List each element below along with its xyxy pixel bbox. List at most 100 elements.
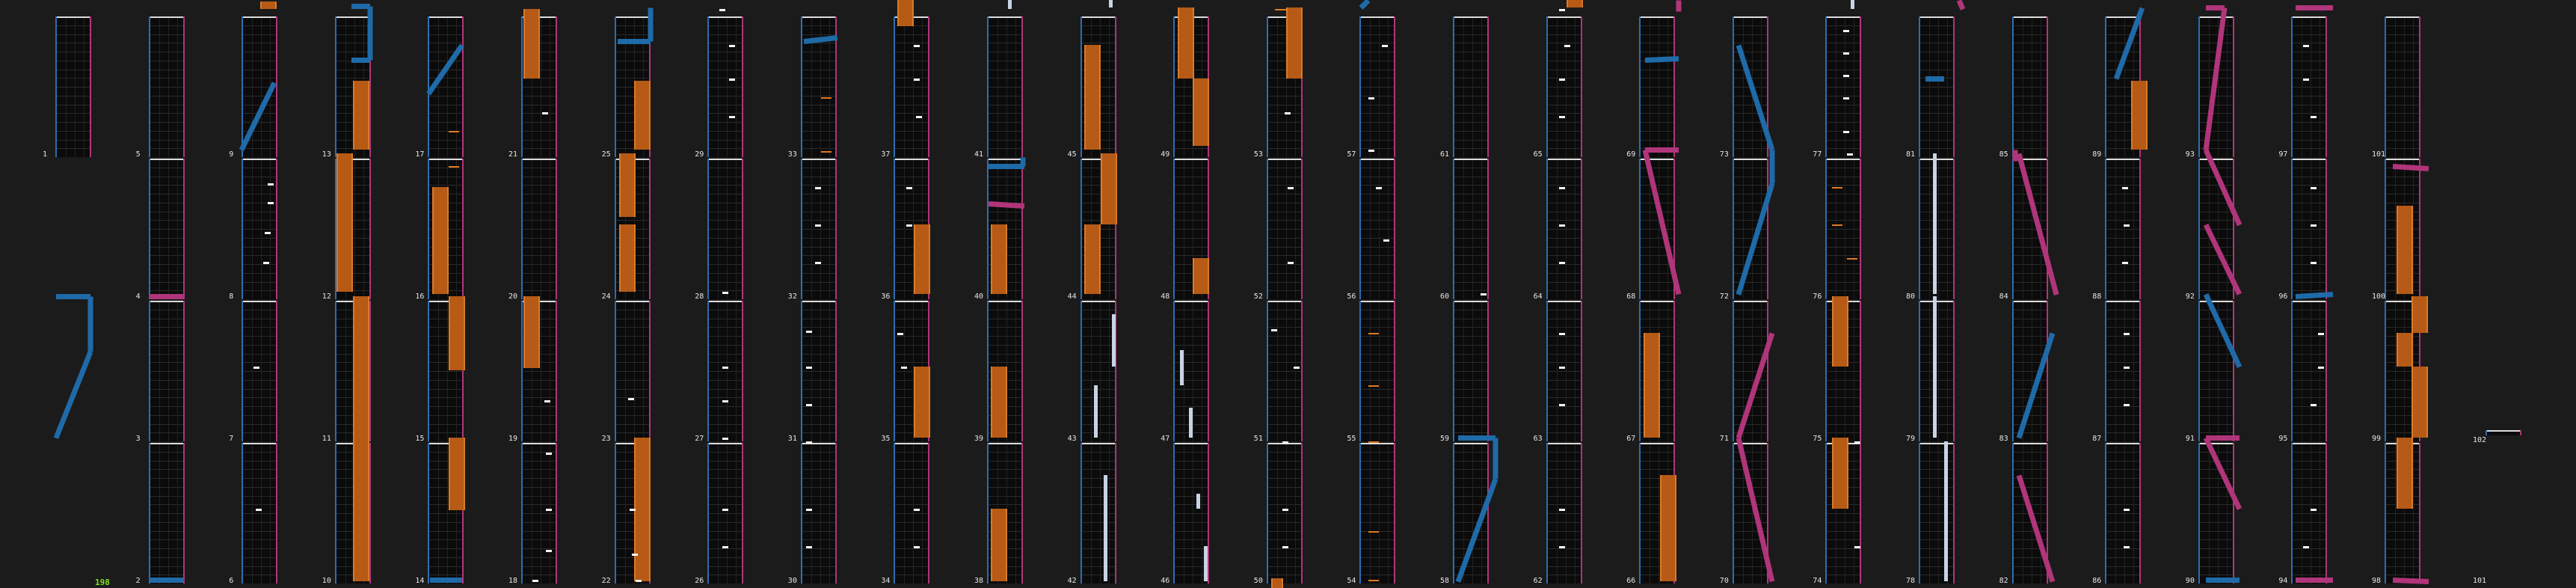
tap-note[interactable] xyxy=(722,292,728,294)
tap-note[interactable] xyxy=(630,509,636,511)
hold-note[interactable] xyxy=(634,81,651,150)
slide-left-note[interactable] xyxy=(351,4,370,9)
tap-note[interactable] xyxy=(914,546,920,548)
measure-88[interactable] xyxy=(2105,159,2142,299)
slide-left-note[interactable] xyxy=(56,294,90,299)
tap-note[interactable] xyxy=(2124,509,2130,511)
measure-102[interactable] xyxy=(2486,430,2521,435)
long-tap-note[interactable] xyxy=(1094,385,1098,438)
tap-note[interactable] xyxy=(256,509,262,511)
hold-note[interactable] xyxy=(991,367,1007,438)
measure-52[interactable] xyxy=(1266,159,1303,299)
measure-55[interactable] xyxy=(1359,301,1396,441)
hold-note[interactable] xyxy=(2397,438,2413,509)
measure-29[interactable] xyxy=(707,16,744,157)
tap-note[interactable] xyxy=(1564,45,1570,47)
tap-note[interactable] xyxy=(914,79,920,81)
hold-note[interactable] xyxy=(1178,7,1194,79)
hold-note[interactable] xyxy=(1101,153,1117,224)
tap-note[interactable] xyxy=(914,45,920,47)
hold-note[interactable] xyxy=(1271,578,1283,588)
measure-2[interactable] xyxy=(148,443,185,584)
long-tap-note[interactable] xyxy=(1112,314,1116,367)
tap-note[interactable] xyxy=(546,550,552,552)
measure-97[interactable] xyxy=(2291,16,2328,157)
measure-62[interactable] xyxy=(1546,443,1582,584)
tap-note[interactable] xyxy=(914,509,920,511)
tap-note[interactable] xyxy=(1376,187,1382,189)
tap-note[interactable] xyxy=(532,580,538,582)
hold-note[interactable] xyxy=(523,9,540,79)
measure-68[interactable] xyxy=(1639,159,1676,299)
hold-note[interactable] xyxy=(353,81,369,150)
measure-77[interactable] xyxy=(1825,16,1862,157)
tap-note[interactable] xyxy=(897,333,903,335)
tap-note[interactable] xyxy=(2303,546,2309,548)
slide-right-note[interactable] xyxy=(1956,0,1966,10)
long-tap-note[interactable] xyxy=(1109,0,1113,7)
tap-note[interactable] xyxy=(1843,52,1849,55)
tap-note[interactable] xyxy=(806,441,812,444)
measure-72[interactable] xyxy=(1732,159,1768,299)
measure-26[interactable] xyxy=(707,443,744,584)
tap-note[interactable] xyxy=(1559,187,1565,189)
long-tap-note[interactable] xyxy=(1189,408,1193,438)
slide-right-note[interactable] xyxy=(150,294,184,299)
measure-101[interactable] xyxy=(2385,16,2420,157)
slide-right-note[interactable] xyxy=(1676,0,1682,12)
measure-4[interactable] xyxy=(148,159,185,299)
tap-note[interactable] xyxy=(636,580,642,582)
measure-87[interactable] xyxy=(2105,301,2142,441)
measure-65[interactable] xyxy=(1546,16,1582,157)
tap-note[interactable] xyxy=(1282,441,1288,444)
tap-note[interactable] xyxy=(2318,367,2324,369)
slide-left-note[interactable] xyxy=(618,39,651,44)
measure-27[interactable] xyxy=(707,301,744,441)
measure-5[interactable] xyxy=(148,16,185,157)
measure-7[interactable] xyxy=(242,301,278,441)
tap-note[interactable] xyxy=(806,404,812,406)
measure-8[interactable] xyxy=(242,159,278,299)
hold-note[interactable] xyxy=(1084,45,1101,150)
measure-60[interactable] xyxy=(1453,159,1489,299)
hold-note[interactable] xyxy=(897,0,914,26)
measure-94[interactable] xyxy=(2291,443,2328,584)
tap-note[interactable] xyxy=(542,112,548,114)
tap-note[interactable] xyxy=(1559,333,1565,335)
measure-61[interactable] xyxy=(1453,16,1489,157)
slide-left-note[interactable] xyxy=(150,578,184,583)
tap-note[interactable] xyxy=(1559,224,1565,227)
tap-note[interactable] xyxy=(2311,262,2317,264)
measure-85[interactable] xyxy=(2011,16,2048,157)
tap-note[interactable] xyxy=(806,331,812,333)
tap-note[interactable] xyxy=(1282,546,1288,548)
slide-left-note[interactable] xyxy=(1925,76,1944,82)
tap-note[interactable] xyxy=(1481,293,1487,295)
slide-left-note[interactable] xyxy=(1493,438,1498,480)
slide-left-note[interactable] xyxy=(1020,157,1026,167)
slide-right-note[interactable] xyxy=(2296,578,2333,583)
measure-86[interactable] xyxy=(2105,443,2142,584)
measure-63[interactable] xyxy=(1546,301,1582,441)
tap-note[interactable] xyxy=(1843,30,1849,32)
hold-note[interactable] xyxy=(449,296,465,370)
measure-3[interactable] xyxy=(148,301,185,441)
tap-note[interactable] xyxy=(2311,509,2317,511)
measure-6[interactable] xyxy=(242,443,278,584)
slide-left-note[interactable] xyxy=(989,164,1024,169)
slide-left-note[interactable] xyxy=(430,578,462,583)
hold-note[interactable] xyxy=(1567,0,1583,7)
tap-note[interactable] xyxy=(263,262,269,264)
tap-note[interactable] xyxy=(1559,509,1565,511)
measure-18[interactable] xyxy=(521,443,557,584)
tap-note[interactable] xyxy=(2122,187,2128,189)
hold-note[interactable] xyxy=(1084,224,1101,294)
measure-81[interactable] xyxy=(1919,16,1955,157)
tap-note[interactable] xyxy=(2124,546,2130,548)
tap-note[interactable] xyxy=(722,546,728,548)
hold-note[interactable] xyxy=(914,367,930,438)
hold-note[interactable] xyxy=(2411,296,2428,333)
hold-note[interactable] xyxy=(449,438,465,510)
measure-56[interactable] xyxy=(1359,159,1396,299)
tap-note[interactable] xyxy=(1559,546,1565,548)
